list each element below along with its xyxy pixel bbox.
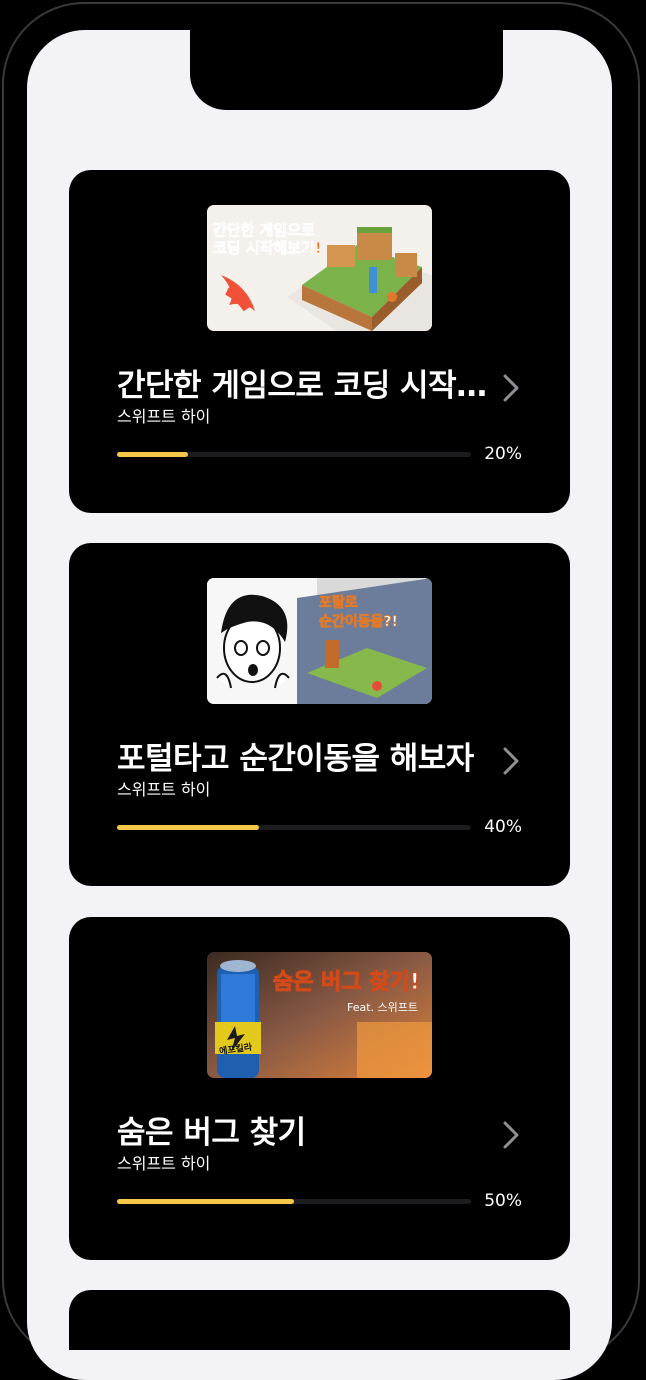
progress-bar bbox=[117, 452, 471, 457]
chevron-right-icon[interactable] bbox=[499, 745, 523, 777]
notch bbox=[190, 30, 503, 110]
course-card[interactable]: 포탈로 순간이동을?! 포털타고 순간이동을 해보자 스위프트 하이 40% bbox=[69, 543, 570, 886]
progress-percent: 50% bbox=[484, 1191, 522, 1211]
progress-percent: 20% bbox=[484, 444, 522, 464]
course-card-partial[interactable] bbox=[69, 1290, 570, 1350]
progress-bar bbox=[117, 1199, 471, 1204]
course-author: 스위프트 하이 bbox=[117, 1154, 211, 1173]
thumbnail-title-text: 숨은 버그 찾기! bbox=[273, 970, 421, 996]
thumbnail-text-line1: 포탈로 bbox=[319, 595, 358, 612]
chevron-right-icon[interactable] bbox=[499, 372, 523, 404]
course-card[interactable]: 숨은 버그 찾기! Feat. 스위프트 에프킬라 숨은 버그 찾기 스위프트 … bbox=[69, 917, 570, 1260]
course-title: 숨은 버그 찾기 bbox=[117, 1115, 306, 1151]
thumbnail-text-line2: 코딩 시작해보기! bbox=[213, 239, 322, 258]
progress-fill bbox=[117, 452, 188, 457]
course-author: 스위프트 하이 bbox=[117, 407, 211, 426]
course-card[interactable]: 간단한 게임으로 코딩 시작해보기! 간단한 게임으로 코딩 시작해보기 스위프… bbox=[69, 170, 570, 513]
progress-fill bbox=[117, 825, 259, 830]
course-thumbnail: 포탈로 순간이동을?! bbox=[207, 578, 432, 704]
device-frame: 간단한 게임으로 코딩 시작해보기! 간단한 게임으로 코딩 시작해보기 스위프… bbox=[0, 0, 646, 1380]
course-title: 포털타고 순간이동을 해보자 bbox=[117, 741, 474, 777]
course-title: 간단한 게임으로 코딩 시작해보기 bbox=[117, 368, 489, 404]
course-thumbnail: 숨은 버그 찾기! Feat. 스위프트 에프킬라 bbox=[207, 952, 432, 1078]
progress-bar bbox=[117, 825, 471, 830]
course-author: 스위프트 하이 bbox=[117, 780, 211, 799]
progress-percent: 40% bbox=[484, 817, 522, 837]
course-thumbnail: 간단한 게임으로 코딩 시작해보기! bbox=[207, 205, 432, 331]
thumbnail-feat-text: Feat. 스위프트 bbox=[347, 1001, 419, 1014]
thumbnail-text-line2: 순간이동을?! bbox=[319, 614, 399, 631]
progress-fill bbox=[117, 1199, 294, 1204]
chevron-right-icon[interactable] bbox=[499, 1119, 523, 1151]
